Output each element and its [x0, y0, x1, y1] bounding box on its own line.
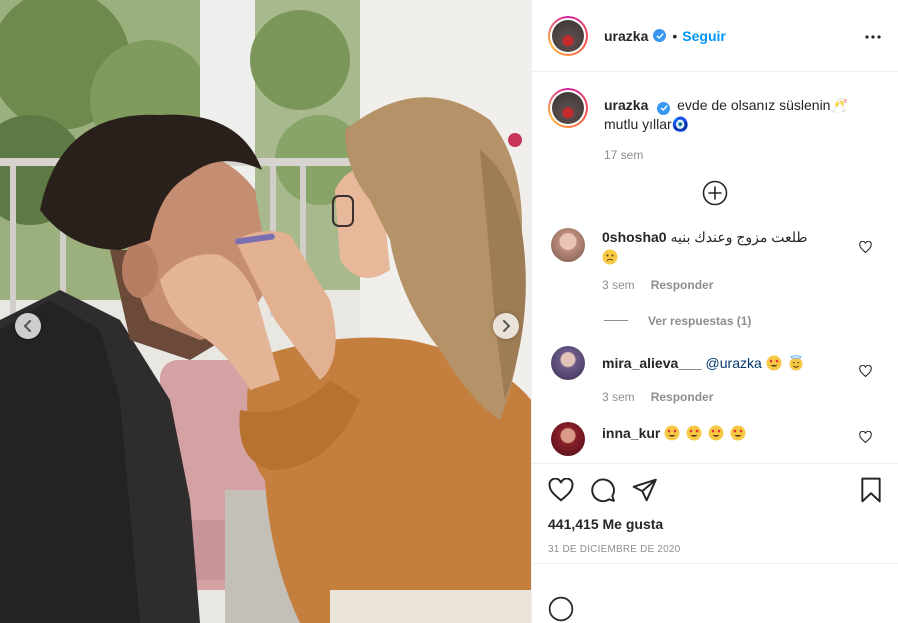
header-separator: •	[672, 27, 678, 44]
comment-button[interactable]	[590, 477, 616, 503]
comment-time: 3 sem	[602, 277, 635, 292]
post-date[interactable]: 31 DE DICIEMBRE DE 2020	[548, 544, 882, 555]
commenter-avatar[interactable]	[551, 345, 585, 380]
comment-body: 0shosha0 طلعت مزوج وعندك بنيه 3 sem Resp…	[602, 228, 832, 294]
post-side-panel: urazka • Seguir urazka evde de olsanız s…	[531, 0, 898, 623]
reply-button[interactable]: Responder	[651, 388, 714, 406]
commenter-username[interactable]: mira_alieva___	[602, 355, 702, 371]
post-header: urazka • Seguir	[532, 0, 898, 72]
add-comment-section	[532, 563, 898, 623]
comment-meta: 3 sem Responder	[602, 388, 832, 406]
worried-face-emoji-icon	[602, 249, 618, 264]
instagram-post-modal: urazka • Seguir urazka evde de olsanız s…	[0, 0, 898, 623]
post-photo[interactable]	[0, 0, 531, 623]
load-more-comments-button[interactable]	[548, 180, 882, 206]
save-button[interactable]	[860, 477, 882, 503]
comment-meta: 3 sem Responder	[602, 276, 832, 294]
heart-icon	[859, 364, 872, 377]
caption-author-avatar[interactable]	[548, 88, 588, 128]
comment-body: mira_alieva___ @urazka 3 sem Responder	[602, 346, 832, 406]
comment-icon	[591, 478, 615, 503]
like-button[interactable]	[548, 478, 574, 502]
comment-body: inna_kur	[602, 422, 832, 442]
comment-item: inna_kur	[548, 421, 882, 456]
post-actions: 441,415 Me gusta 31 DE DICIEMBRE DE 2020	[532, 463, 898, 623]
like-comment-button[interactable]	[859, 430, 872, 448]
replies-divider	[604, 320, 628, 321]
comment-mention-link[interactable]: @urazka	[706, 355, 762, 371]
author-avatar[interactable]	[548, 15, 588, 56]
heart-icon	[859, 430, 872, 443]
comments-list[interactable]: urazka evde de olsanız süslenin🥂 mutlu y…	[532, 72, 898, 463]
previous-photo-button[interactable]	[15, 313, 41, 339]
next-photo-button[interactable]	[493, 313, 519, 339]
view-replies-button[interactable]: Ver respuestas (1)	[604, 314, 882, 328]
verified-badge-icon	[657, 101, 671, 115]
caption-timestamp: 17 sem	[604, 147, 644, 162]
heart-icon	[859, 240, 872, 253]
plus-circle-icon	[702, 180, 728, 205]
commenter-username[interactable]: 0shosha0	[602, 229, 667, 245]
more-options-button[interactable]	[864, 27, 882, 45]
likes-count[interactable]: 441,415 Me gusta	[548, 516, 882, 532]
action-icons-row	[548, 464, 882, 516]
reply-button[interactable]: Responder	[651, 276, 714, 294]
more-icon	[865, 34, 881, 39]
commenter-avatar[interactable]	[551, 227, 585, 262]
commenter-avatar[interactable]	[551, 421, 585, 456]
chevron-left-icon	[24, 320, 31, 332]
comment-time: 3 sem	[602, 389, 635, 404]
author-username[interactable]: urazka	[604, 28, 648, 44]
heart-eyes-emoji-icon	[730, 425, 746, 440]
share-icon	[632, 478, 657, 502]
caption-body: urazka evde de olsanız süslenin🥂 mutlu y…	[604, 88, 882, 164]
commenter-username[interactable]: inna_kur	[602, 425, 660, 441]
share-button[interactable]	[632, 478, 658, 502]
heart-eyes-emoji-icon	[708, 425, 724, 440]
smiling-halo-emoji-icon	[789, 354, 803, 370]
comment-text: طلعت مزوج وعندك بنيه	[670, 228, 808, 245]
chevron-right-icon	[503, 320, 510, 332]
avatar-image	[552, 92, 584, 124]
view-replies-label: Ver respuestas (1)	[648, 313, 752, 328]
like-comment-button[interactable]	[859, 240, 872, 258]
comment-item: mira_alieva___ @urazka 3 sem Responder	[548, 345, 882, 406]
follow-button[interactable]: Seguir	[682, 28, 726, 44]
heart-icon	[548, 478, 574, 502]
bookmark-icon	[861, 477, 881, 503]
comment-item: 0shosha0 طلعت مزوج وعندك بنيه 3 sem Resp…	[548, 227, 882, 294]
heart-eyes-emoji-icon	[686, 425, 702, 440]
comment-emoji	[602, 248, 832, 266]
caption-username[interactable]: urazka	[604, 97, 648, 113]
emoji-picker-icon[interactable]	[548, 596, 574, 622]
verified-badge-icon	[653, 29, 667, 42]
avatar-image	[552, 19, 584, 52]
heart-eyes-emoji-icon	[766, 355, 782, 370]
post-caption: urazka evde de olsanız süslenin🥂 mutlu y…	[548, 88, 882, 164]
heart-eyes-emoji-icon	[664, 425, 680, 440]
like-comment-button[interactable]	[859, 364, 872, 382]
photo-scene	[0, 0, 531, 623]
